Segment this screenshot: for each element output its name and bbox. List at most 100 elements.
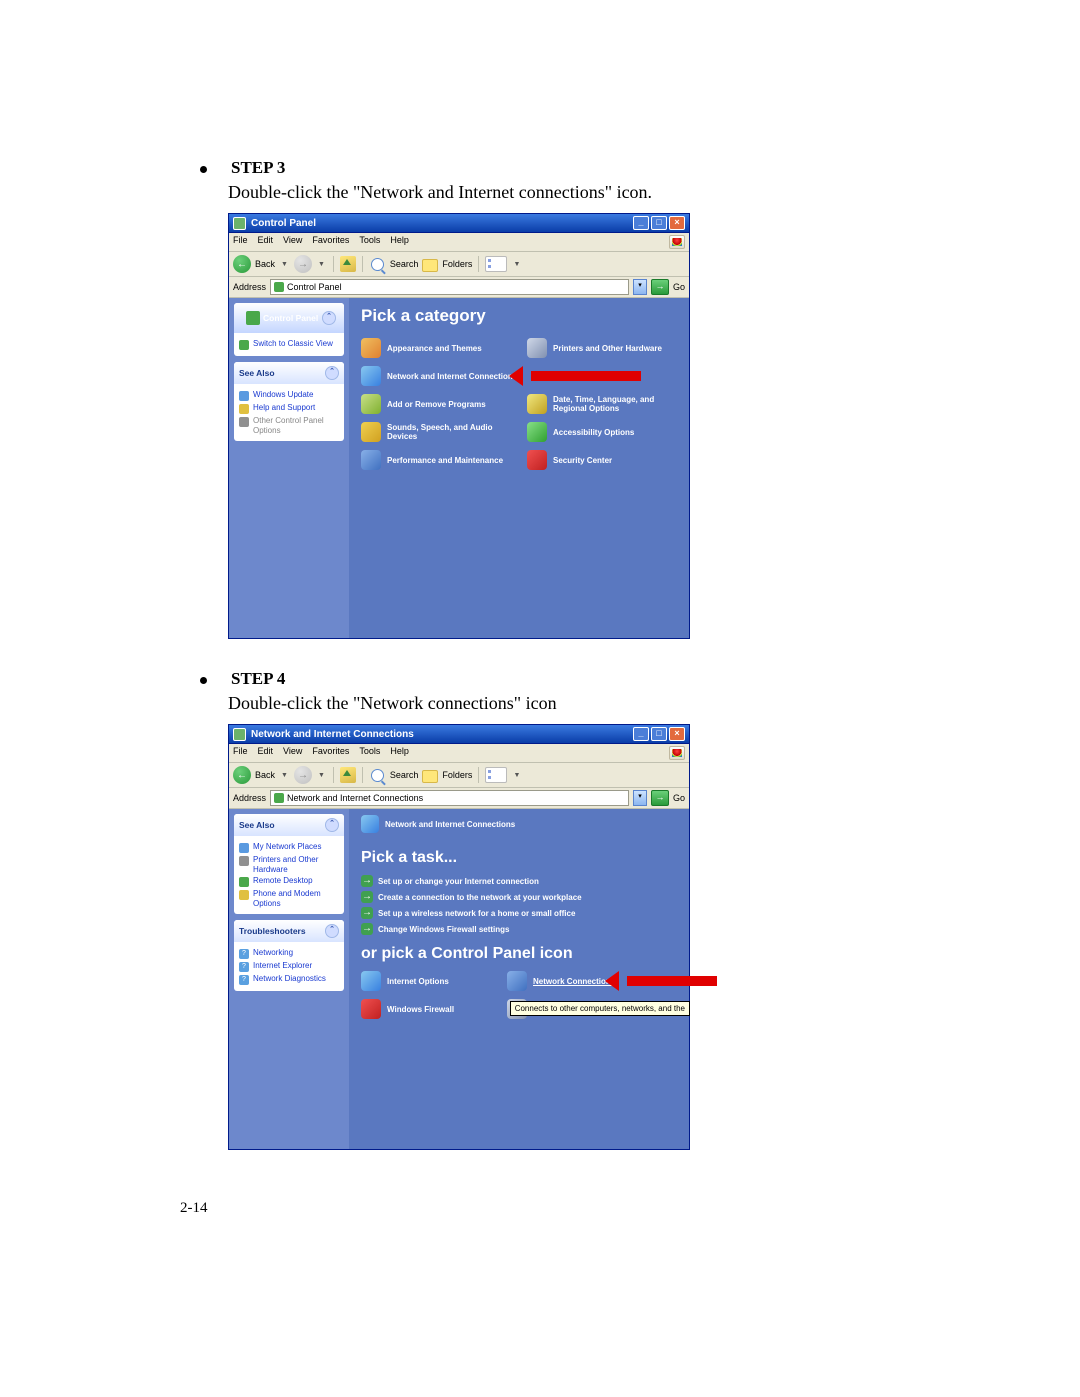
maximize-button[interactable]: □: [651, 727, 667, 741]
cat-security[interactable]: Security Center: [527, 450, 677, 470]
search-icon[interactable]: [371, 258, 384, 271]
go-button[interactable]: →: [651, 279, 669, 295]
go-label: Go: [673, 793, 685, 803]
back-button[interactable]: ←: [233, 255, 251, 273]
menu-edit[interactable]: Edit: [258, 746, 274, 760]
search-label[interactable]: Search: [390, 259, 419, 269]
sidebar-head-troubleshooters[interactable]: Troubleshooters⌃: [234, 920, 344, 942]
firewall-icon: [361, 999, 381, 1019]
menu-tools[interactable]: Tools: [359, 235, 380, 249]
back-drop-icon[interactable]: ▼: [281, 261, 288, 268]
cat-network[interactable]: Network and Internet Connections: [361, 366, 521, 386]
cat-datetime[interactable]: Date, Time, Language, and Regional Optio…: [527, 394, 677, 414]
back-drop-icon[interactable]: ▼: [281, 772, 288, 779]
views-drop-icon[interactable]: ▼: [513, 772, 520, 779]
menu-favorites[interactable]: Favorites: [312, 235, 349, 249]
collapse-icon[interactable]: ⌃: [322, 311, 336, 325]
toolbar: ← Back▼ →▼ Search Folders ▼: [229, 252, 689, 277]
search-label[interactable]: Search: [390, 770, 419, 780]
menu-help[interactable]: Help: [390, 746, 409, 760]
titlebar[interactable]: Network and Internet Connections _ □ ×: [229, 725, 689, 744]
breadcrumb[interactable]: Network and Internet Connections: [361, 809, 681, 839]
pick-category-title: Pick a category: [361, 306, 681, 326]
menu-help[interactable]: Help: [390, 235, 409, 249]
menu-file[interactable]: File: [233, 235, 248, 249]
collapse-icon[interactable]: ⌃: [325, 924, 339, 938]
cat-addremove[interactable]: Add or Remove Programs: [361, 394, 521, 414]
ts-ie-link[interactable]: ?Internet Explorer: [239, 961, 339, 972]
windows-update-link[interactable]: Windows Update: [239, 390, 339, 401]
cat-performance[interactable]: Performance and Maintenance: [361, 450, 521, 470]
other-cp-link[interactable]: Other Control Panel Options: [239, 416, 339, 435]
step3-heading: STEP 3: [200, 158, 920, 178]
close-button[interactable]: ×: [669, 727, 685, 741]
menu-tools[interactable]: Tools: [359, 746, 380, 760]
folders-label[interactable]: Folders: [442, 259, 472, 269]
menu-edit[interactable]: Edit: [258, 235, 274, 249]
forward-button[interactable]: →: [294, 766, 312, 784]
address-label: Address: [233, 282, 266, 292]
minimize-button[interactable]: _: [633, 727, 649, 741]
folders-icon[interactable]: [422, 259, 438, 272]
window-title: Control Panel: [251, 218, 316, 229]
folders-label[interactable]: Folders: [442, 770, 472, 780]
address-dropdown[interactable]: ▾: [633, 790, 647, 806]
task-wireless[interactable]: →Set up a wireless network for a home or…: [361, 907, 681, 919]
menu-view[interactable]: View: [283, 235, 302, 249]
cat-accessibility[interactable]: Accessibility Options: [527, 422, 677, 442]
views-button[interactable]: [485, 256, 507, 272]
my-network-places-link[interactable]: My Network Places: [239, 842, 339, 853]
forward-button[interactable]: →: [294, 255, 312, 273]
address-label: Address: [233, 793, 266, 803]
cp-network-connections[interactable]: Network Connections: [507, 971, 657, 991]
cp-internet-options[interactable]: Internet Options: [361, 971, 501, 991]
up-button[interactable]: [340, 256, 356, 272]
titlebar[interactable]: Control Panel _ □ ×: [229, 214, 689, 233]
network-icon: [361, 815, 379, 833]
address-input[interactable]: Network and Internet Connections: [270, 790, 629, 806]
menu-file[interactable]: File: [233, 746, 248, 760]
address-dropdown[interactable]: ▾: [633, 279, 647, 295]
phone-modem-link[interactable]: Phone and Modem Options: [239, 889, 339, 908]
search-icon[interactable]: [371, 769, 384, 782]
close-button[interactable]: ×: [669, 216, 685, 230]
cat-appearance[interactable]: Appearance and Themes: [361, 338, 521, 358]
menu-favorites[interactable]: Favorites: [312, 746, 349, 760]
arrow-icon: →: [361, 891, 373, 903]
address-input[interactable]: Control Panel: [270, 279, 629, 295]
fwd-drop-icon[interactable]: ▼: [318, 261, 325, 268]
minimize-button[interactable]: _: [633, 216, 649, 230]
up-button[interactable]: [340, 767, 356, 783]
sidebar-head-seealso[interactable]: See Also⌃: [234, 362, 344, 384]
netconn-icon: [507, 971, 527, 991]
menu-view[interactable]: View: [283, 746, 302, 760]
help-support-link[interactable]: Help and Support: [239, 403, 339, 414]
step3-desc: Double-click the "Network and Internet c…: [228, 182, 920, 203]
switch-classic-link[interactable]: Switch to Classic View: [239, 339, 339, 350]
go-button[interactable]: →: [651, 790, 669, 806]
cat-printers[interactable]: Printers and Other Hardware: [527, 338, 677, 358]
sidebar-head-cp[interactable]: Control Panel ⌃: [234, 303, 344, 333]
remote-desktop-link[interactable]: Remote Desktop: [239, 876, 339, 887]
task-workplace[interactable]: →Create a connection to the network at y…: [361, 891, 681, 903]
task-setup-internet[interactable]: →Set up or change your Internet connecti…: [361, 875, 681, 887]
printers-hw-link[interactable]: Printers and Other Hardware: [239, 855, 339, 874]
sidebar-head-seealso[interactable]: See Also⌃: [234, 814, 344, 836]
cat-sounds[interactable]: Sounds, Speech, and Audio Devices: [361, 422, 521, 442]
help-icon: ?: [239, 949, 249, 959]
collapse-icon[interactable]: ⌃: [325, 366, 339, 380]
cp-windows-firewall[interactable]: Windows Firewall: [361, 999, 501, 1019]
app-icon: [233, 217, 246, 230]
ts-networking-link[interactable]: ?Networking: [239, 948, 339, 959]
fwd-drop-icon[interactable]: ▼: [318, 772, 325, 779]
ts-diagnostics-link[interactable]: ?Network Diagnostics: [239, 974, 339, 985]
sidebar-panel-seealso: See Also⌃ Windows Update Help and Suppor…: [234, 362, 344, 441]
views-button[interactable]: [485, 767, 507, 783]
maximize-button[interactable]: □: [651, 216, 667, 230]
views-drop-icon[interactable]: ▼: [513, 261, 520, 268]
task-firewall[interactable]: →Change Windows Firewall settings: [361, 923, 681, 935]
back-button[interactable]: ←: [233, 766, 251, 784]
folders-icon[interactable]: [422, 770, 438, 783]
collapse-icon[interactable]: ⌃: [325, 818, 339, 832]
callout-arrow: [521, 366, 641, 386]
